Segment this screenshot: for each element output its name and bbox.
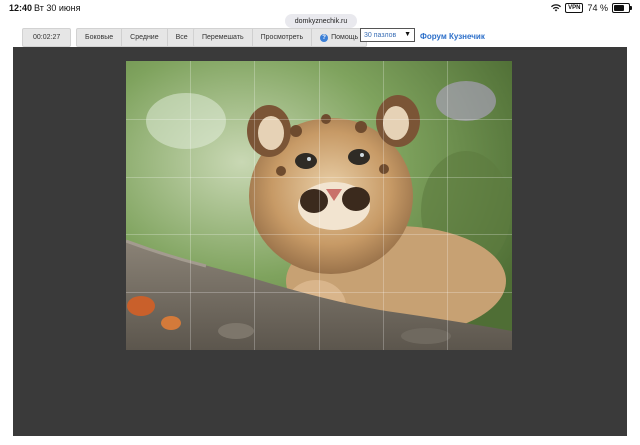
- grid-line: [190, 61, 191, 350]
- shuffle-button[interactable]: Перемешать: [194, 29, 253, 46]
- wifi-icon: [551, 4, 562, 12]
- grid-line: [383, 61, 384, 350]
- battery-level: [614, 5, 624, 11]
- timer: 00:02:27: [33, 34, 61, 41]
- filter-side-button[interactable]: Боковые: [77, 29, 123, 46]
- chevron-down-icon: ▼: [404, 31, 411, 38]
- battery-percent: 74 %: [587, 3, 608, 13]
- puzzle-toolbar: 00:02:27 Боковые Средние Все Перемешать …: [0, 28, 640, 47]
- vpn-badge: VPN: [565, 3, 584, 13]
- grid-line: [319, 61, 320, 350]
- grid-line: [254, 61, 255, 350]
- grid-line: [447, 61, 448, 350]
- address-bar[interactable]: domkyznechik.ru: [285, 14, 357, 28]
- help-icon: ?: [320, 33, 329, 42]
- address-url: domkyznechik.ru: [294, 17, 348, 25]
- actions-group: Перемешать Просмотреть ? Помощь: [193, 28, 368, 47]
- puzzle-workspace[interactable]: [13, 47, 627, 436]
- filter-all-button[interactable]: Все: [168, 29, 196, 46]
- grid-line: [126, 177, 512, 178]
- forum-link[interactable]: Форум Кузнечик: [420, 32, 485, 41]
- grid-line: [126, 292, 512, 293]
- preview-button[interactable]: Просмотреть: [253, 29, 313, 46]
- puzzle-board[interactable]: [126, 61, 512, 350]
- status-indicators: VPN 74 %: [551, 3, 632, 13]
- grid-line: [126, 234, 512, 235]
- grid-line: [126, 119, 512, 120]
- pieces-select[interactable]: 30 пазлов ▼: [360, 28, 415, 42]
- status-time: 12:40: [9, 3, 33, 13]
- status-date: Вт 30 июня: [34, 3, 81, 13]
- timer-group: 00:02:27: [22, 28, 72, 47]
- help-label: Помощь: [331, 34, 359, 41]
- battery-icon: [612, 3, 632, 13]
- help-button[interactable]: ? Помощь: [312, 29, 366, 46]
- filter-middle-button[interactable]: Средние: [122, 29, 168, 46]
- pieces-select-value: 30 пазлов: [364, 31, 397, 39]
- filter-group: Боковые Средние Все: [76, 28, 197, 47]
